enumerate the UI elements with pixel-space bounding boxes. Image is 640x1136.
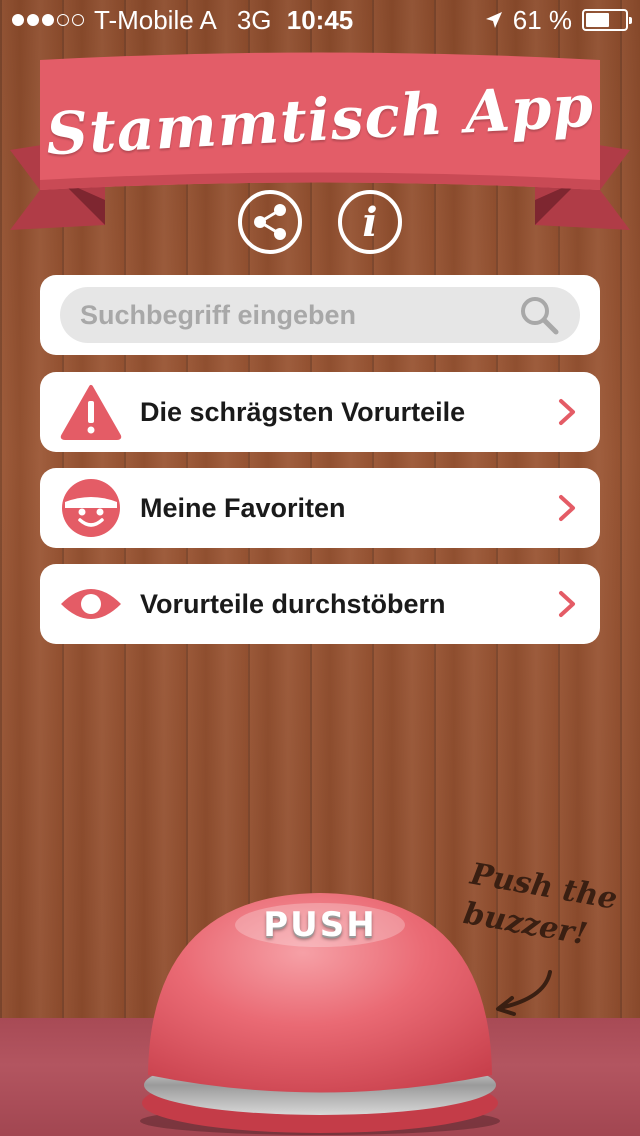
battery-icon — [582, 9, 632, 31]
menu-item-favorites[interactable]: Meine Favoriten — [40, 468, 600, 548]
search-panel — [40, 275, 600, 355]
location-arrow-icon — [485, 12, 502, 28]
battery-percentage: 61 % — [512, 4, 572, 35]
info-icon: i — [362, 198, 378, 246]
warning-icon — [60, 381, 122, 443]
arrow-icon — [496, 970, 552, 1016]
eye-icon — [60, 573, 122, 635]
network-type: 3G — [236, 4, 272, 35]
chevron-right-icon — [554, 397, 580, 427]
title-banner: Stammtisch App — [0, 50, 640, 230]
push-buzzer-button[interactable]: PUSH — [140, 885, 500, 1136]
battery-level — [586, 13, 610, 27]
search-field[interactable] — [60, 287, 580, 343]
carrier-name: T-Mobile A — [94, 4, 217, 35]
share-icon — [254, 204, 286, 240]
status-bar: T-Mobile A 3G 10:45 61 % — [0, 0, 640, 40]
menu-item-browse-prejudices[interactable]: Vorurteile durchstöbern — [40, 564, 600, 644]
menu-item-label: Vorurteile durchstöbern — [140, 588, 446, 619]
buzzer-label: PUSH — [263, 905, 377, 945]
search-input[interactable] — [80, 299, 518, 331]
signal-strength-icon — [12, 14, 84, 26]
menu-item-weirdest-prejudices[interactable]: Die schrägsten Vorurteile — [40, 372, 600, 452]
share-button[interactable] — [238, 190, 302, 254]
info-button[interactable]: i — [338, 190, 402, 254]
chevron-right-icon — [554, 493, 580, 523]
menu-item-label: Die schrägsten Vorurteile — [140, 396, 466, 427]
menu-item-label: Meine Favoriten — [140, 492, 346, 523]
smiley-face-icon — [60, 477, 122, 539]
search-icon[interactable] — [518, 294, 560, 336]
chevron-right-icon — [554, 589, 580, 619]
